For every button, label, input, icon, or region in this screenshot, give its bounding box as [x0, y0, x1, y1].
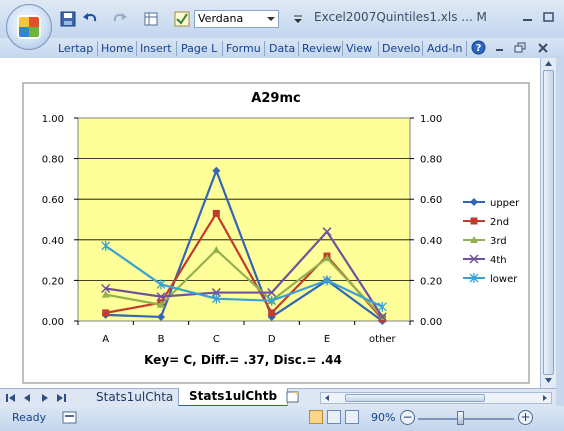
tab-review[interactable]: Review — [302, 40, 341, 57]
tab-insert[interactable]: Insert — [140, 40, 172, 57]
close-icon[interactable] — [537, 42, 549, 54]
customize-qat-icon[interactable] — [290, 11, 306, 27]
page-layout-view-icon[interactable] — [327, 410, 341, 424]
tab-developer[interactable]: Develo — [382, 40, 420, 57]
vertical-scrollbar[interactable] — [540, 58, 556, 388]
chevron-down-icon[interactable] — [267, 17, 275, 21]
page-break-view-icon[interactable] — [345, 410, 359, 424]
help-icon[interactable]: ? — [471, 40, 486, 55]
y-tick-label: 0.40 — [42, 236, 64, 247]
y-tick-label: 0.00 — [42, 317, 64, 328]
legend-label-2nd: 2nd — [490, 217, 509, 228]
font-name-box[interactable]: Verdana — [194, 10, 279, 28]
x-tick-label: other — [369, 334, 397, 345]
tab-data[interactable]: Data — [269, 40, 295, 57]
font-name-value: Verdana — [198, 12, 244, 25]
tab-home[interactable]: Home — [101, 40, 133, 57]
x-axis-title: Key= C, Diff.= .37, Disc.= .44 — [144, 353, 342, 367]
ribbon-tab-bar: Lertap Home Insert Page L Formu Data Rev… — [0, 38, 564, 58]
tab-view[interactable]: View — [346, 40, 372, 57]
tab-formulas[interactable]: Formu — [226, 40, 261, 57]
window-frame — [556, 58, 564, 431]
x-tick-label: B — [158, 334, 165, 345]
x-tick-label: A — [102, 334, 109, 345]
zoom-in-icon[interactable]: + — [518, 410, 533, 425]
data-point-2nd — [212, 209, 220, 217]
sheet-tab-bar: Stats1ulChta Stats1ulChtb — [0, 388, 556, 407]
worksheet-area: A29mc 0.00 0.00 0.20 0.20 0.40 0.40 0.60 0.60 0.… — [0, 58, 540, 388]
vertical-scroll-thumb[interactable] — [543, 70, 554, 375]
tab-add-ins[interactable]: Add-In — [427, 40, 462, 57]
window-title: Excel2007Quintiles1.xls ... M — [314, 10, 487, 24]
zoom-level[interactable]: 90% — [371, 411, 395, 424]
window-restore-icon[interactable] — [542, 10, 556, 24]
sheet-tab-stats1ulchtb[interactable]: Stats1ulChtb — [178, 388, 289, 407]
y-tick-label: 0.60 — [42, 195, 64, 206]
minimize-icon[interactable] — [494, 42, 506, 54]
y2-tick-label: 0.40 — [420, 236, 442, 247]
scroll-down-icon[interactable] — [544, 376, 553, 384]
office-button[interactable] — [6, 4, 52, 50]
chart-title: A29mc — [251, 91, 300, 106]
chart[interactable]: A29mc 0.00 0.00 0.20 0.20 0.40 0.40 0.60 0.60 0.… — [0, 58, 540, 388]
y2-tick-label: 1.00 — [420, 114, 442, 125]
legend-label-lower: lower — [490, 274, 518, 285]
status-bar: Ready 90% − + — [0, 406, 564, 431]
y2-tick-label: 0.00 — [420, 317, 442, 328]
x-tick-label: E — [324, 334, 330, 345]
scroll-right-icon[interactable] — [541, 394, 549, 402]
restore-icon[interactable] — [514, 42, 526, 54]
format-cells-icon[interactable] — [144, 11, 160, 27]
window-minimize-icon[interactable] — [521, 10, 535, 24]
insert-sheet-icon[interactable] — [285, 390, 301, 404]
plot-background[interactable] — [77, 117, 411, 322]
x-tick-label: D — [268, 334, 276, 345]
plot-area[interactable] — [77, 117, 411, 322]
tab-lertap[interactable]: Lertap — [58, 40, 93, 57]
macro-record-icon[interactable] — [62, 410, 78, 426]
y-tick-label: 1.00 — [42, 114, 64, 125]
y2-tick-label: 0.20 — [420, 276, 442, 287]
legend-label-3rd: 3rd — [490, 236, 507, 247]
data-point-2nd — [102, 309, 110, 317]
x-tick-label: C — [213, 334, 220, 345]
tab-page-layout[interactable]: Page L — [181, 40, 217, 57]
save-icon[interactable] — [60, 11, 76, 27]
horizontal-scroll-thumb[interactable] — [345, 394, 485, 402]
check-box-icon[interactable] — [174, 11, 190, 27]
title-bar: Verdana Excel2007Quintiles1.xls ... M — [0, 0, 564, 50]
scroll-left-icon[interactable] — [323, 394, 331, 402]
status-ready: Ready — [12, 411, 47, 424]
svg-text:?: ? — [476, 43, 482, 54]
y-tick-label: 0.20 — [42, 276, 64, 287]
y2-tick-label: 0.60 — [420, 195, 442, 206]
y-tick-label: 0.80 — [42, 155, 64, 166]
redo-icon[interactable] — [112, 11, 128, 27]
normal-view-icon[interactable] — [309, 410, 323, 424]
zoom-slider-track[interactable] — [418, 418, 514, 420]
horizontal-scrollbar[interactable] — [320, 392, 552, 404]
undo-icon[interactable] — [82, 11, 98, 27]
data-point-2nd — [268, 309, 276, 317]
scroll-up-icon[interactable] — [544, 60, 553, 68]
sheet-nav-icons[interactable] — [6, 393, 76, 403]
y2-tick-label: 0.80 — [420, 155, 442, 166]
office-logo-icon — [17, 15, 41, 39]
sheet-tab-stats1ulchta[interactable]: Stats1ulChta — [96, 389, 173, 406]
legend-label-upper: upper — [490, 198, 520, 209]
zoom-out-icon[interactable]: − — [400, 410, 415, 425]
legend-label-4th: 4th — [490, 255, 507, 266]
legend-marker-2nd — [470, 217, 478, 225]
zoom-slider-thumb[interactable] — [457, 411, 464, 425]
